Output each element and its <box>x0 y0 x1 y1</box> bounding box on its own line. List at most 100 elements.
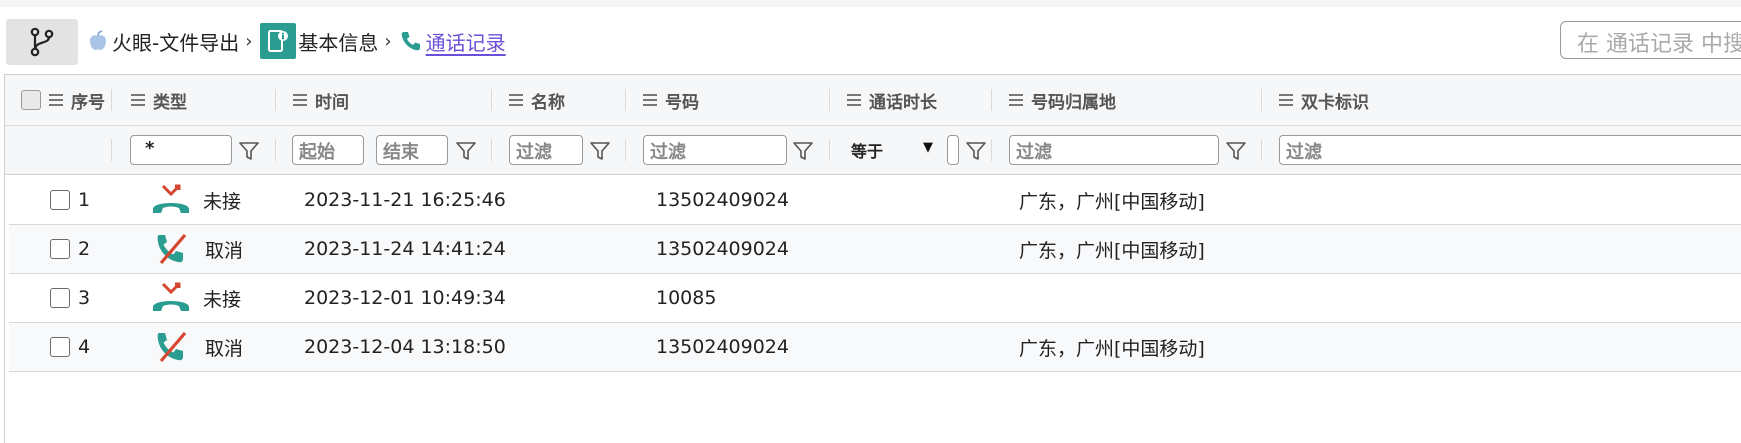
breadcrumb-item-basic-info[interactable]: 基本信息 <box>260 23 378 59</box>
filter-funnel-icon[interactable] <box>792 140 814 162</box>
column-header-name[interactable]: 名称 <box>509 75 565 125</box>
breadcrumb-item-root[interactable]: 火眼-文件导出 <box>88 27 239 56</box>
table-row[interactable]: 4 取消 2023-12-04 13:18:50 13502409024 广东，… <box>9 323 1741 372</box>
table-row[interactable]: 3 未接 2023-12-01 10:49:34 10085 <box>9 274 1741 323</box>
column-divider[interactable] <box>625 89 626 111</box>
type-filter-input[interactable]: * <box>130 135 232 165</box>
column-label-dualsim: 双卡标识 <box>1301 92 1369 113</box>
breadcrumb-separator: › <box>245 30 253 52</box>
dualsim-filter-input[interactable]: 过滤 <box>1279 135 1741 165</box>
row-number: 13502409024 <box>656 189 789 211</box>
row-index: 4 <box>78 336 91 358</box>
column-divider[interactable] <box>1261 89 1262 111</box>
row-index-cell: 3 <box>50 274 90 322</box>
column-label-index: 序号 <box>71 92 105 113</box>
column-divider <box>1261 139 1262 161</box>
apple-icon <box>90 30 106 50</box>
breadcrumb-current-label: 通话记录 <box>425 30 506 55</box>
column-menu-icon[interactable] <box>847 94 861 106</box>
row-type-cell: 取消 <box>155 323 243 371</box>
row-index-cell: 2 <box>50 225 90 273</box>
breadcrumb-item-call-log[interactable]: 通话记录 <box>400 27 506 56</box>
column-divider <box>491 139 492 161</box>
filter-funnel-icon[interactable] <box>238 140 260 162</box>
column-header-time[interactable]: 时间 <box>293 75 349 125</box>
cancelled-call-icon <box>157 331 187 363</box>
duration-filter-input[interactable] <box>947 135 959 165</box>
name-filter-input[interactable]: 过滤 <box>509 135 583 165</box>
column-menu-icon[interactable] <box>1279 94 1293 106</box>
cancelled-call-icon <box>157 233 187 265</box>
column-divider <box>111 139 112 161</box>
info-icon <box>260 23 297 59</box>
row-type-label: 未接 <box>203 190 242 213</box>
row-time: 2023-11-24 14:41:24 <box>304 238 506 260</box>
column-divider[interactable] <box>111 89 112 111</box>
column-menu-icon[interactable] <box>1009 94 1023 106</box>
row-number: 13502409024 <box>656 238 789 260</box>
column-label-type: 类型 <box>153 92 187 113</box>
row-time: 2023-12-01 10:49:34 <box>304 287 506 309</box>
table-row[interactable]: 2 取消 2023-11-24 14:41:24 13502409024 广东，… <box>9 225 1741 274</box>
row-checkbox[interactable] <box>50 337 70 357</box>
time-end-filter-input[interactable]: 结束 <box>376 135 448 165</box>
row-type-cell: 未接 <box>151 274 241 322</box>
column-divider[interactable] <box>491 89 492 111</box>
column-menu-icon[interactable] <box>49 94 63 106</box>
number-filter-input[interactable]: 过滤 <box>643 135 787 165</box>
column-label-time: 时间 <box>315 92 349 113</box>
missed-call-icon <box>153 184 189 213</box>
column-label-name: 名称 <box>531 92 565 113</box>
row-type-label: 取消 <box>205 337 244 360</box>
column-menu-icon[interactable] <box>643 94 657 106</box>
column-header-duration[interactable]: 通话时长 <box>847 75 937 125</box>
row-type-label: 取消 <box>205 239 244 262</box>
row-location: 广东，广州[中国移动] <box>1019 337 1205 360</box>
row-checkbox[interactable] <box>50 239 70 259</box>
column-header-number[interactable]: 号码 <box>643 75 699 125</box>
time-start-filter-input[interactable]: 起始 <box>292 135 364 165</box>
breadcrumb-basic-info-label: 基本信息 <box>298 30 379 55</box>
location-filter-input[interactable]: 过滤 <box>1009 135 1219 165</box>
filter-funnel-icon[interactable] <box>965 140 987 162</box>
row-type-label: 未接 <box>203 288 242 311</box>
table-row[interactable]: 1 未接 2023-11-21 16:25:46 13502409024 广东，… <box>9 176 1741 225</box>
row-location: 广东，广州[中国移动] <box>1019 190 1205 213</box>
search-input[interactable]: 在 通话记录 中搜索 <box>1560 21 1741 59</box>
filter-funnel-icon[interactable] <box>1225 140 1247 162</box>
column-header-index[interactable]: 序号 <box>21 75 105 125</box>
chevron-down-icon[interactable]: ▼ <box>923 140 933 155</box>
row-type-cell: 取消 <box>155 225 243 273</box>
row-checkbox[interactable] <box>50 288 70 308</box>
row-number: 13502409024 <box>656 336 789 358</box>
column-header-dualsim[interactable]: 双卡标识 <box>1279 75 1369 125</box>
phone-icon <box>401 32 420 51</box>
filter-row: * 起始 结束 过滤 过滤 等于 ▼ 过滤 过滤 <box>5 126 1741 175</box>
column-divider <box>275 139 276 161</box>
row-checkbox[interactable] <box>50 190 70 210</box>
filter-funnel-icon[interactable] <box>455 140 477 162</box>
column-header-type[interactable]: 类型 <box>131 75 187 125</box>
branch-icon <box>30 27 54 57</box>
select-all-checkbox[interactable] <box>21 90 41 110</box>
breadcrumb: 火眼-文件导出 › 基本信息 › 通话记录 <box>88 23 506 59</box>
duration-operator-select[interactable]: 等于 <box>851 138 883 162</box>
column-menu-icon[interactable] <box>131 94 145 106</box>
column-divider[interactable] <box>275 89 276 111</box>
column-divider[interactable] <box>829 89 830 111</box>
row-number: 10085 <box>656 287 717 309</box>
column-menu-icon[interactable] <box>509 94 523 106</box>
column-label-duration: 通话时长 <box>869 92 937 113</box>
column-divider[interactable] <box>991 89 992 111</box>
column-header-location[interactable]: 号码归属地 <box>1009 75 1116 125</box>
column-label-location: 号码归属地 <box>1031 92 1116 113</box>
column-divider <box>991 139 992 161</box>
toolbar: 火眼-文件导出 › 基本信息 › 通话记录 在 通话记录 中搜索 <box>0 0 1741 70</box>
row-time: 2023-11-21 16:25:46 <box>304 189 506 211</box>
row-location: 广东，广州[中国移动] <box>1019 239 1205 262</box>
branch-button[interactable] <box>6 19 78 65</box>
call-log-table: 序号 类型 时间 名称 号码 通话时长 号码归属地 双卡标识 * 起始 结束 过… <box>4 74 1741 443</box>
filter-funnel-icon[interactable] <box>589 140 611 162</box>
column-menu-icon[interactable] <box>293 94 307 106</box>
row-index: 1 <box>78 189 91 211</box>
